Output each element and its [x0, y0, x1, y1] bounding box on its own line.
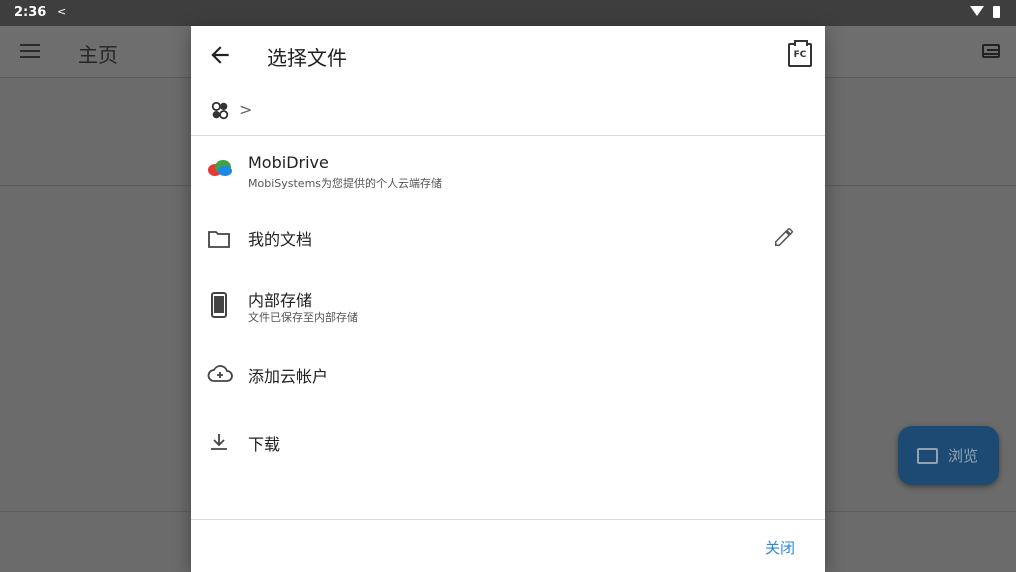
edit-pencil-icon[interactable] [773, 226, 795, 248]
phone-icon [211, 292, 227, 318]
breadcrumb: > [191, 88, 825, 136]
root-storage-icon[interactable] [209, 100, 231, 122]
list-item-my-documents[interactable]: 我的文档 [191, 206, 825, 272]
choose-file-dialog: 选择文件 FC > MobiDrive MobiSystems为您提供的个人云端… [191, 26, 825, 572]
mobidrive-cloud-icon [208, 160, 232, 176]
dialog-title: 选择文件 [267, 46, 347, 70]
fc-icon[interactable]: FC [788, 40, 812, 67]
cloud-add-icon [207, 365, 233, 382]
wifi-icon [970, 6, 984, 16]
item-label: 下载 [248, 435, 281, 454]
dialog-footer: 关闭 [191, 519, 825, 572]
item-subtitle: MobiSystems为您提供的个人云端存储 [248, 177, 443, 190]
menu-icon[interactable] [20, 44, 40, 58]
item-subtitle: 文件已保存至内部存储 [248, 311, 358, 324]
list-item-mobidrive[interactable]: MobiDrive MobiSystems为您提供的个人云端存储 [191, 140, 825, 206]
dialog-header: 选择文件 FC [191, 26, 825, 86]
app-title: 主页 [78, 43, 118, 67]
close-button[interactable]: 关闭 [765, 537, 795, 558]
browse-button[interactable]: 浏览 [898, 426, 999, 485]
battery-icon [993, 6, 1000, 18]
share-icon: < [57, 5, 67, 18]
back-arrow-icon[interactable] [207, 42, 233, 68]
breadcrumb-chevron-icon: > [239, 100, 253, 119]
view-list-icon[interactable] [982, 44, 1000, 58]
list-item-add-cloud-account[interactable]: 添加云帐户 [191, 342, 825, 410]
list-item-downloads[interactable]: 下载 [191, 410, 825, 474]
item-label: MobiDrive [248, 153, 329, 172]
item-label: 我的文档 [248, 230, 313, 249]
status-bar: 2:36 < [0, 0, 1016, 26]
item-label: 内部存储 [248, 291, 313, 310]
item-label: 添加云帐户 [248, 367, 329, 386]
download-icon [211, 434, 227, 450]
status-time: 2:36 [14, 5, 47, 20]
folder-icon [917, 448, 938, 464]
list-item-internal-storage[interactable]: 内部存储 文件已保存至内部存储 [191, 272, 825, 342]
folder-icon [208, 231, 230, 248]
browse-button-label: 浏览 [948, 447, 979, 465]
